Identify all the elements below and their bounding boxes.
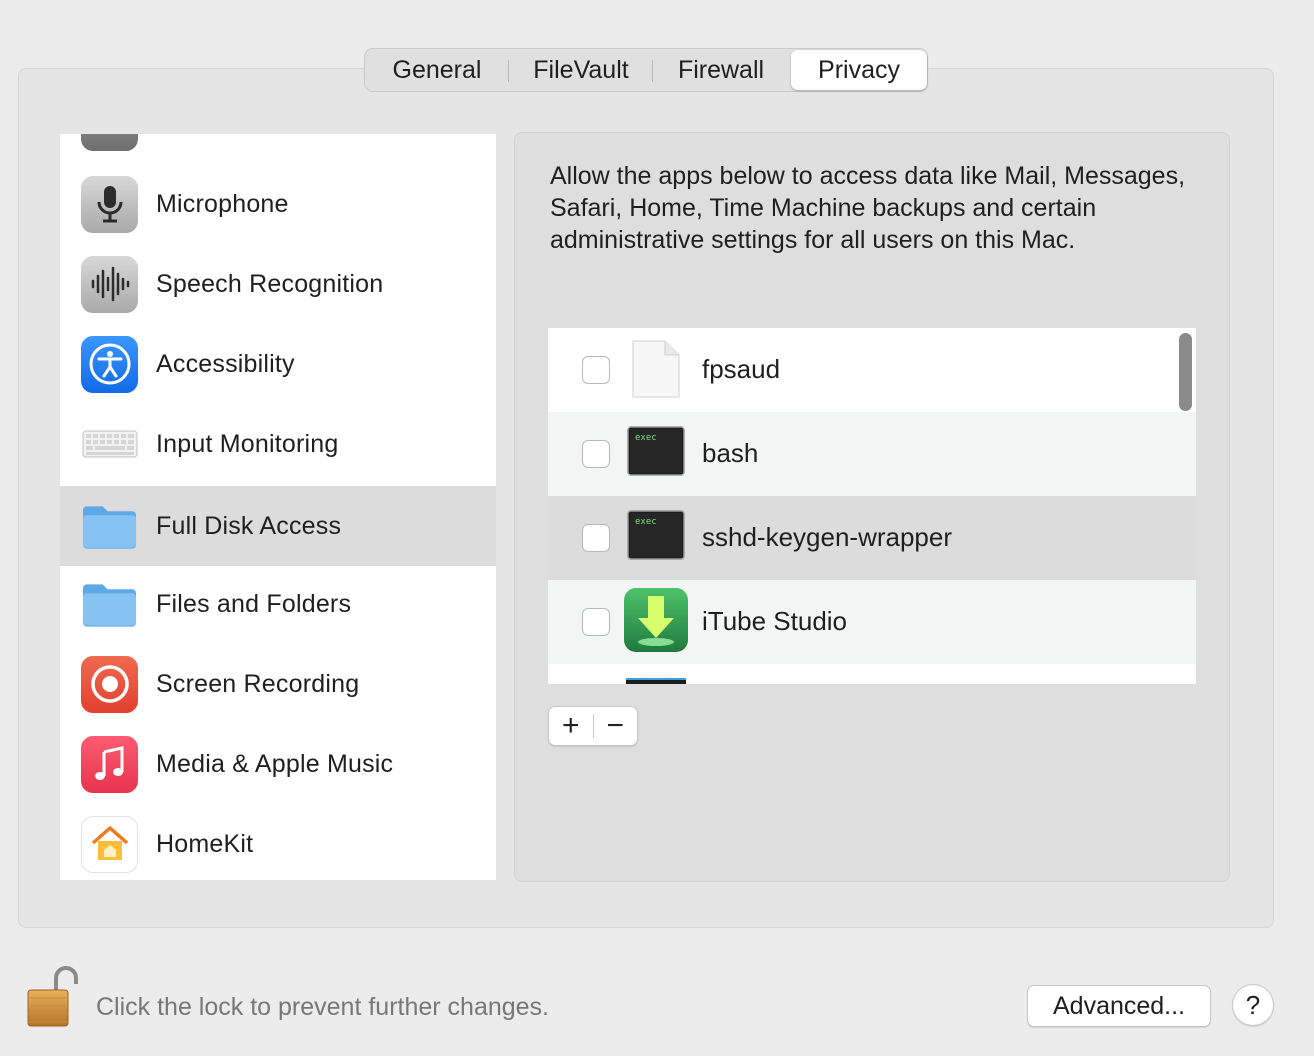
help-button[interactable]: ? — [1232, 984, 1274, 1026]
app-checkbox-fpsaud[interactable] — [582, 356, 610, 384]
music-note-icon — [81, 735, 138, 793]
accessibility-icon — [81, 335, 138, 393]
sidebar-item-label: Screen Recording — [156, 669, 360, 698]
lock-status-text: Click the lock to prevent further change… — [96, 993, 550, 1021]
table-row[interactable]: iTube Studio — [548, 580, 1196, 664]
tab-bar: General FileVault Firewall Privacy — [364, 48, 928, 92]
folder-icon — [81, 498, 138, 555]
sidebar-item-label: Speech Recognition — [156, 269, 384, 298]
app-name: sshd-keygen-wrapper — [702, 522, 953, 552]
sidebar-item-label: HomeKit — [156, 829, 254, 858]
app-icon-partial — [626, 678, 686, 684]
sidebar-item-accessibility[interactable]: Accessibility — [60, 324, 496, 404]
sidebar-item-files-and-folders[interactable]: Files and Folders — [60, 564, 496, 644]
app-list[interactable]: fpsaud exec bash exec sshd-keygen-wrappe… — [548, 328, 1196, 684]
document-icon — [632, 340, 680, 403]
terminal-exec-icon: exec — [627, 426, 685, 481]
add-app-button[interactable]: + — [549, 707, 593, 745]
advanced-button[interactable]: Advanced... — [1027, 985, 1211, 1027]
tab-general[interactable]: General — [365, 50, 509, 90]
remove-app-button[interactable]: − — [593, 707, 637, 745]
keyboard-icon — [81, 416, 138, 473]
app-name: bash — [702, 438, 759, 468]
sidebar-item-label: Full Disk Access — [156, 511, 342, 540]
tab-firewall[interactable]: Firewall — [653, 50, 789, 90]
app-checkbox-itube-studio[interactable] — [582, 608, 610, 636]
add-remove-control: + − — [548, 706, 638, 746]
sidebar-item-label: Accessibility — [156, 349, 295, 378]
exec-label: exec — [635, 433, 657, 443]
folder-icon — [81, 576, 138, 633]
download-arrow-icon — [624, 588, 688, 657]
microphone-icon — [81, 175, 138, 233]
privacy-category-list[interactable]: Microphone Speech Recognition Accessibil… — [60, 134, 496, 880]
sidebar-item-label: Input Monitoring — [156, 429, 339, 458]
sidebar-item-full-disk-access[interactable]: Full Disk Access — [60, 486, 496, 566]
privacy-description: Allow the apps below to access data like… — [550, 162, 1186, 254]
table-row[interactable]: exec sshd-keygen-wrapper — [548, 496, 1196, 580]
camera-icon — [81, 134, 138, 151]
home-icon — [81, 815, 138, 873]
waveform-icon — [81, 255, 138, 313]
sidebar-item-media-apple-music[interactable]: Media & Apple Music — [60, 724, 496, 804]
table-row[interactable] — [548, 664, 1196, 684]
sidebar-item-homekit[interactable]: HomeKit — [60, 804, 496, 880]
app-checkbox-bash[interactable] — [582, 440, 610, 468]
app-name: iTube Studio — [702, 606, 848, 636]
sidebar-item-screen-recording[interactable]: Screen Recording — [60, 644, 496, 724]
sidebar-item-label: Files and Folders — [156, 589, 352, 618]
sidebar-item-speech-recognition[interactable]: Speech Recognition — [60, 244, 496, 324]
table-row[interactable]: fpsaud — [548, 328, 1196, 412]
app-list-scrollbar[interactable] — [1179, 333, 1192, 411]
tab-privacy[interactable]: Privacy — [791, 50, 927, 90]
sidebar-item-label: Microphone — [156, 189, 289, 218]
unlocked-lock-icon[interactable] — [26, 962, 78, 1028]
table-row[interactable]: exec bash — [548, 412, 1196, 496]
terminal-exec-icon: exec — [627, 510, 685, 565]
tab-filevault[interactable]: FileVault — [509, 50, 653, 90]
app-name: fpsaud — [702, 354, 781, 384]
app-checkbox-sshd-keygen-wrapper[interactable] — [582, 524, 610, 552]
sidebar-item-microphone[interactable]: Microphone — [60, 164, 496, 244]
screen-recording-icon — [81, 655, 138, 713]
sidebar-item-label: Media & Apple Music — [156, 749, 394, 778]
sidebar-item-input-monitoring[interactable]: Input Monitoring — [60, 404, 496, 484]
exec-label: exec — [635, 517, 657, 527]
